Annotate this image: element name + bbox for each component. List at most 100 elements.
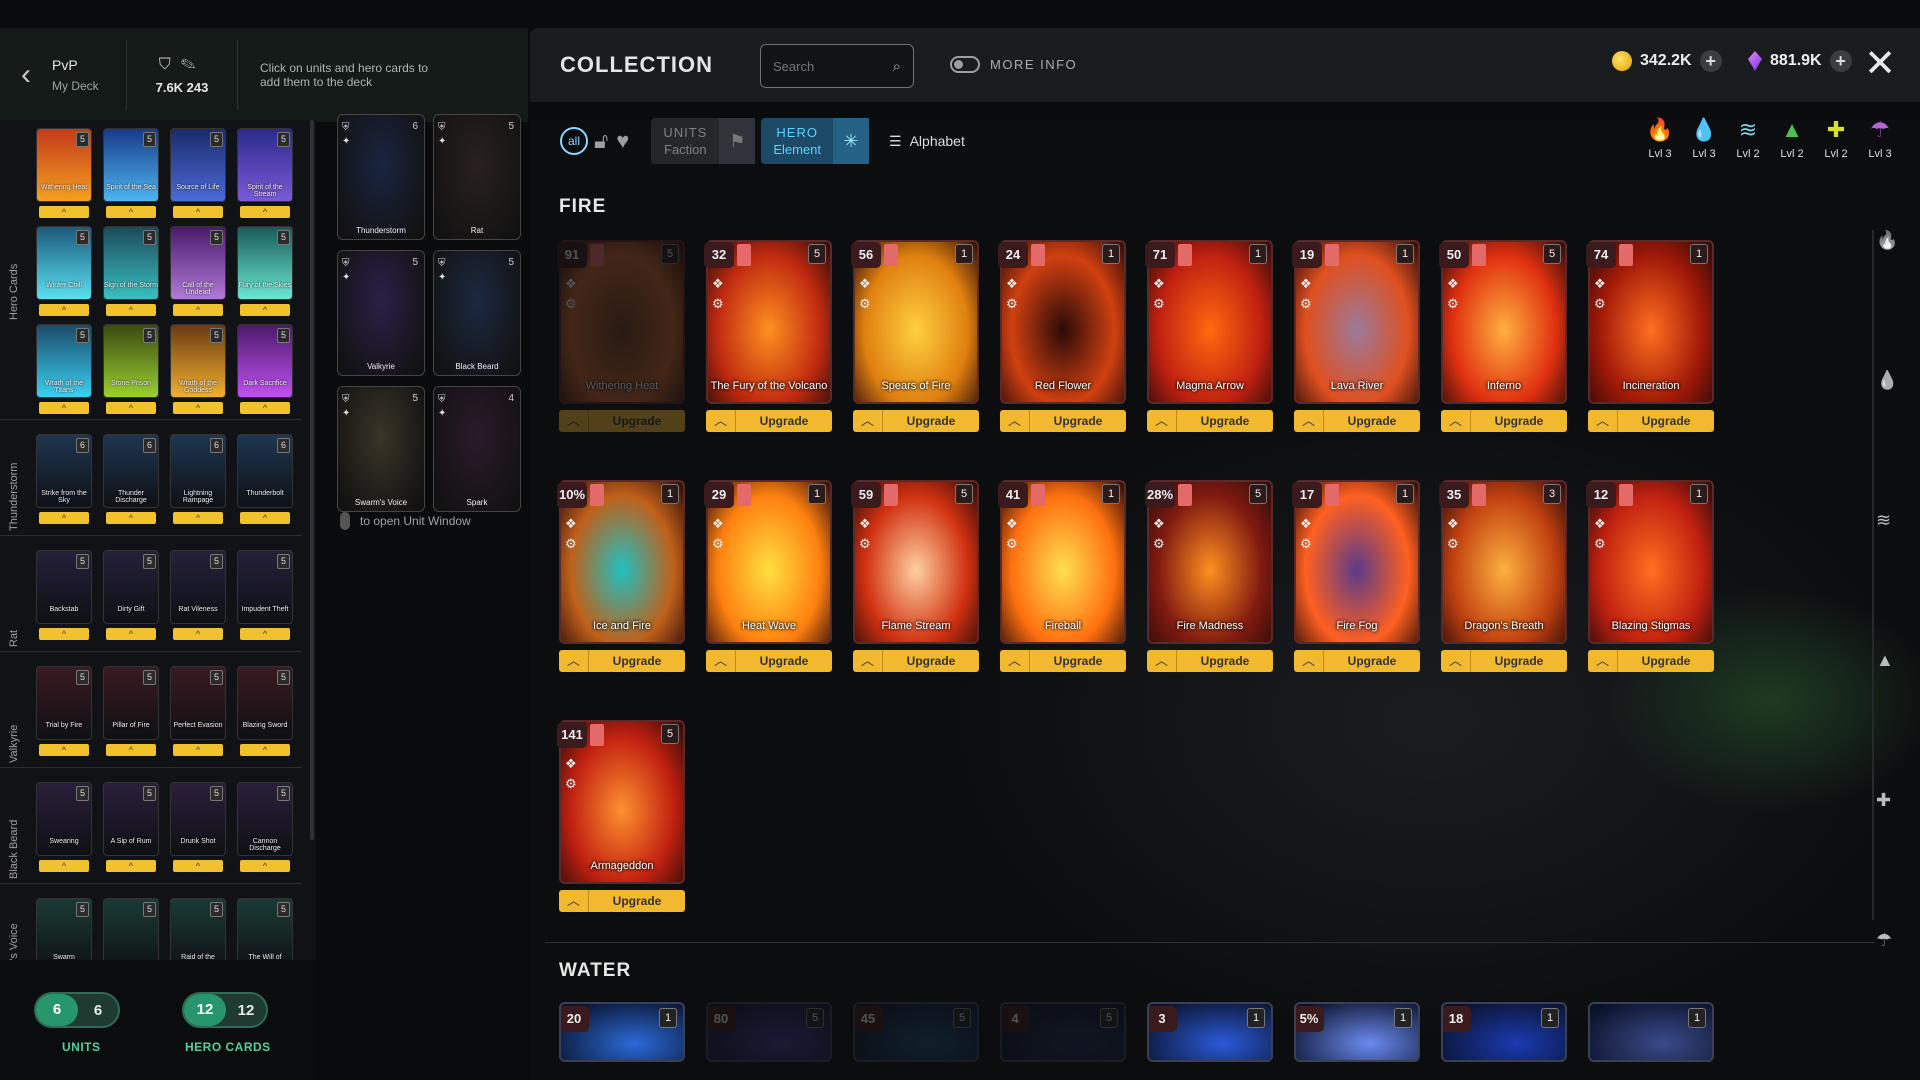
hero-card-mini[interactable]: 5 Dirty Gift ^ — [103, 550, 159, 644]
upgrade-arrow-button[interactable]: ^ — [173, 744, 223, 756]
hero-card[interactable]: 59 5 ❖ ⚙ Flame Stream ︿ Upgrade — [851, 480, 979, 672]
hero-card-mini[interactable]: 5 Call of the Undead ^ — [170, 226, 226, 320]
upgrade-button[interactable]: ︿ Upgrade — [1294, 410, 1420, 432]
deck-unit-card[interactable]: ⛨ ✦ 4 Spark — [433, 386, 521, 512]
hero-card-mini[interactable]: 6 Strike from the Sky ^ — [36, 434, 92, 528]
upgrade-button[interactable]: ︿ Upgrade — [1294, 650, 1420, 672]
hero-card[interactable]: 45 — [1000, 1002, 1126, 1062]
upgrade-button[interactable]: ︿ Upgrade — [1147, 410, 1273, 432]
deck-unit-card[interactable]: ⛨ ✦ 5 Black Beard — [433, 250, 521, 376]
hero-card[interactable]: 28% 5 ❖ ⚙ Fire Madness ︿ Upgrade — [1145, 480, 1273, 672]
search-icon[interactable]: ⌕ — [893, 58, 901, 75]
upgrade-arrow-button[interactable]: ^ — [240, 512, 290, 524]
hero-card-mini[interactable]: 5 Impudent Theft ^ — [237, 550, 293, 644]
upgrade-arrow-button[interactable]: ^ — [173, 304, 223, 316]
hero-card[interactable]: 56 1 ❖ ⚙ Spears of Fire ︿ Upgrade — [851, 240, 979, 432]
hero-card-mini[interactable]: 5 Drunk Shot ^ — [170, 782, 226, 876]
hero-card-mini[interactable]: 6 Lightning Rampage ^ — [170, 434, 226, 528]
upgrade-button[interactable]: ︿ Upgrade — [1147, 650, 1273, 672]
hero-card-mini[interactable]: 5 Dark Sacrifice ^ — [237, 324, 293, 418]
upgrade-arrow-button[interactable]: ^ — [240, 402, 290, 414]
upgrade-arrow-button[interactable]: ^ — [39, 628, 89, 640]
upgrade-arrow-button[interactable]: ^ — [106, 628, 156, 640]
sidebar-scrollbar[interactable] — [310, 120, 314, 840]
hero-card-mini[interactable]: 5 Swearing ^ — [36, 782, 92, 876]
hero-card[interactable]: 18 1 — [1441, 1002, 1567, 1062]
hero-card-mini[interactable]: 6 Thunder Discharge ^ — [103, 434, 159, 528]
upgrade-button[interactable]: ︿ Upgrade — [853, 650, 979, 672]
upgrade-arrow-button[interactable]: ^ — [39, 512, 89, 524]
add-gold-button[interactable]: + — [1699, 50, 1722, 72]
upgrade-arrow-button[interactable]: ^ — [106, 744, 156, 756]
upgrade-arrow-button[interactable]: ^ — [106, 512, 156, 524]
hero-card-mini[interactable]: 5 A Sip of Rum ^ — [103, 782, 159, 876]
deck-unit-card[interactable]: ⛨ ✦ 6 Thunderstorm — [337, 114, 425, 240]
add-gems-button[interactable]: + — [1829, 50, 1852, 72]
hero-card[interactable]: 20 1 — [559, 1002, 685, 1062]
upgrade-button[interactable]: ︿ Upgrade — [706, 410, 832, 432]
hero-card-mini[interactable]: 5 Winter Chill ^ — [36, 226, 92, 320]
upgrade-button[interactable]: ︿ Upgrade — [1588, 410, 1714, 432]
hero-card[interactable]: 12 1 ❖ ⚙ Blazing Stigmas ︿ Upgrade — [1586, 480, 1714, 672]
close-button[interactable]: ✕ — [1864, 44, 1896, 84]
hero-card[interactable]: 45 5 — [853, 1002, 979, 1062]
hero-card[interactable]: 74 1 ❖ ⚙ Incineration ︿ Upgrade — [1586, 240, 1714, 432]
hero-card[interactable]: 50 5 ❖ ⚙ Inferno ︿ Upgrade — [1439, 240, 1567, 432]
search-input[interactable] — [773, 58, 873, 74]
upgrade-arrow-button[interactable]: ^ — [39, 402, 89, 414]
upgrade-button[interactable]: ︿ Upgrade — [1588, 650, 1714, 672]
all-filter-icon[interactable]: all — [560, 127, 588, 155]
upgrade-arrow-button[interactable]: ^ — [106, 402, 156, 414]
upgrade-arrow-button[interactable]: ^ — [39, 744, 89, 756]
fire-nav-icon[interactable]: 🔥 — [1876, 230, 1898, 251]
upgrade-arrow-button[interactable]: ^ — [173, 402, 223, 414]
upgrade-button[interactable]: ︿ Upgrade — [1441, 650, 1567, 672]
upgrade-button[interactable]: ︿ Upgrade — [706, 650, 832, 672]
deck-unit-card[interactable]: ⛨ ✦ 5 Rat — [433, 114, 521, 240]
hero-card-mini[interactable]: 5 Cannon Discharge ^ — [237, 782, 293, 876]
upgrade-arrow-button[interactable]: ^ — [240, 628, 290, 640]
hero-card[interactable]: 19 1 ❖ ⚙ Lava River ︿ Upgrade — [1292, 240, 1420, 432]
upgrade-arrow-button[interactable]: ^ — [173, 512, 223, 524]
hero-card[interactable]: 5% 1 — [1294, 1002, 1420, 1062]
upgrade-arrow-button[interactable]: ^ — [39, 304, 89, 316]
hero-card-mini[interactable]: 5 Spirit of the Stream ^ — [237, 128, 293, 222]
earth-nav-icon[interactable]: ▲ — [1876, 650, 1894, 671]
hero-card[interactable]: 29 1 ❖ ⚙ Heat Wave ︿ Upgrade — [704, 480, 832, 672]
element-level[interactable]: ▲ Lvl 2 — [1774, 116, 1810, 160]
upgrade-arrow-button[interactable]: ^ — [39, 206, 89, 218]
lock-icon[interactable]: 🔓︎ — [594, 128, 608, 154]
hero-card[interactable]: 41 1 ❖ ⚙ Fireball ︿ Upgrade — [998, 480, 1126, 672]
element-level[interactable]: 💧 Lvl 3 — [1686, 116, 1722, 160]
element-level[interactable]: ≋ Lvl 2 — [1730, 116, 1766, 160]
back-button[interactable]: ‹ — [0, 28, 52, 122]
hero-card-mini[interactable]: 5 Withering Heat ^ — [36, 128, 92, 222]
upgrade-button[interactable]: ︿ Upgrade — [559, 890, 685, 912]
hero-card-mini[interactable]: 5 Stone Prison ^ — [103, 324, 159, 418]
hero-card-mini[interactable]: 5 Backstab ^ — [36, 550, 92, 644]
upgrade-arrow-button[interactable]: ^ — [173, 860, 223, 872]
hero-card-mini[interactable]: 5 Source of Life ^ — [170, 128, 226, 222]
upgrade-arrow-button[interactable]: ^ — [39, 860, 89, 872]
hero-card[interactable]: 35 3 ❖ ⚙ Dragon's Breath ︿ Upgrade — [1439, 480, 1567, 672]
hero-card[interactable]: 24 1 ❖ ⚙ Red Flower ︿ Upgrade — [998, 240, 1126, 432]
hero-card[interactable]: 17 1 ❖ ⚙ Fire Fog ︿ Upgrade — [1292, 480, 1420, 672]
upgrade-button[interactable]: ︿ Upgrade — [559, 650, 685, 672]
sort-alphabet-button[interactable]: ☰ Alphabet — [889, 133, 965, 150]
toggle-switch[interactable] — [950, 56, 980, 73]
upgrade-button[interactable]: ︿ Upgrade — [559, 410, 685, 432]
hero-card[interactable]: 91 5 ❖ ⚙ Withering Heat ︿ Upgrade — [557, 240, 685, 432]
element-level[interactable]: ✚ Lvl 2 — [1818, 116, 1854, 160]
upgrade-arrow-button[interactable]: ^ — [240, 860, 290, 872]
hero-card-mini[interactable]: 5 Rat Vileness ^ — [170, 550, 226, 644]
upgrade-button[interactable]: ︿ Upgrade — [1000, 650, 1126, 672]
hero-card[interactable]: 10% 1 ❖ ⚙ Ice and Fire ︿ Upgrade — [557, 480, 685, 672]
upgrade-arrow-button[interactable]: ^ — [173, 206, 223, 218]
upgrade-button[interactable]: ︿ Upgrade — [1000, 410, 1126, 432]
hero-card-mini[interactable]: 5 Pillar of Fire ^ — [103, 666, 159, 760]
hero-card[interactable]: 141 5 ❖ ⚙ Armageddon ︿ Upgrade — [557, 720, 685, 912]
upgrade-arrow-button[interactable]: ^ — [106, 206, 156, 218]
deck-unit-card[interactable]: ⛨ ✦ 5 Valkyrie — [337, 250, 425, 376]
water-nav-icon[interactable]: 💧 — [1876, 370, 1898, 391]
upgrade-arrow-button[interactable]: ^ — [240, 744, 290, 756]
